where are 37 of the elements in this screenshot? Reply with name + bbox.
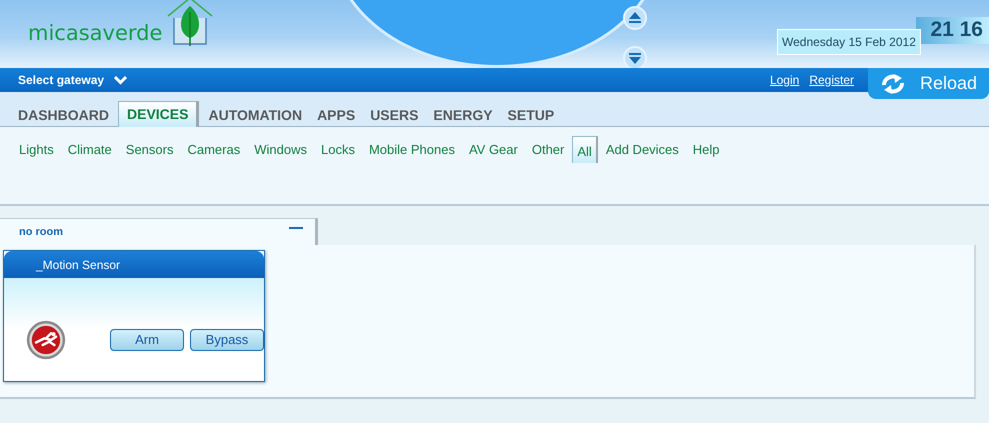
category-tab[interactable]: AV Gear: [462, 136, 524, 163]
category-tab[interactable]: Sensors: [120, 136, 180, 163]
nav-tab[interactable]: USERS: [364, 107, 424, 126]
nav-tab[interactable]: DASHBOARD: [12, 107, 115, 126]
category-tab[interactable]: Other: [526, 136, 570, 163]
category-tab[interactable]: All: [572, 136, 598, 163]
header-link[interactable]: Login: [770, 73, 800, 87]
scroll-up-button[interactable]: [623, 6, 647, 30]
device-action-button[interactable]: Arm: [110, 328, 184, 350]
arrow-down-icon: [628, 52, 642, 64]
clock-time: 21 16: [916, 17, 989, 44]
collapse-icon[interactable]: [289, 226, 303, 230]
reload-button[interactable]: Reload: [868, 68, 989, 99]
category-tab[interactable]: Cameras: [181, 136, 246, 163]
date-label: Wednesday 15 Feb 2012: [777, 29, 921, 55]
refresh-icon: [880, 72, 906, 94]
gateway-label: Select gateway: [18, 73, 104, 87]
nav-tab[interactable]: ENERGY: [427, 107, 499, 126]
nav-tab[interactable]: SETUP: [502, 107, 560, 126]
category-tab[interactable]: Climate: [62, 136, 118, 163]
category-tab[interactable]: Mobile Phones: [362, 136, 461, 163]
category-tab[interactable]: Locks: [314, 136, 361, 163]
category-tab[interactable]: Lights: [13, 136, 60, 163]
category-tab[interactable]: Help: [686, 136, 726, 163]
room-name: no room: [19, 226, 63, 238]
eject-up-icon: [628, 12, 642, 24]
nav-tab[interactable]: APPS: [311, 107, 362, 126]
nav-tab[interactable]: AUTOMATION: [202, 107, 308, 126]
category-tab[interactable]: Add Devices: [600, 136, 685, 163]
chevron-down-icon[interactable]: [114, 76, 128, 84]
device-action-button[interactable]: Bypass: [190, 328, 264, 350]
logo-text: micasaverde: [28, 23, 162, 47]
device-name: _Motion Sensor: [36, 258, 120, 272]
header-link[interactable]: Register: [809, 73, 854, 87]
scroll-down-button[interactable]: [623, 46, 647, 68]
nav-tab[interactable]: DEVICES: [118, 101, 200, 127]
category-tab[interactable]: Windows: [248, 136, 313, 163]
